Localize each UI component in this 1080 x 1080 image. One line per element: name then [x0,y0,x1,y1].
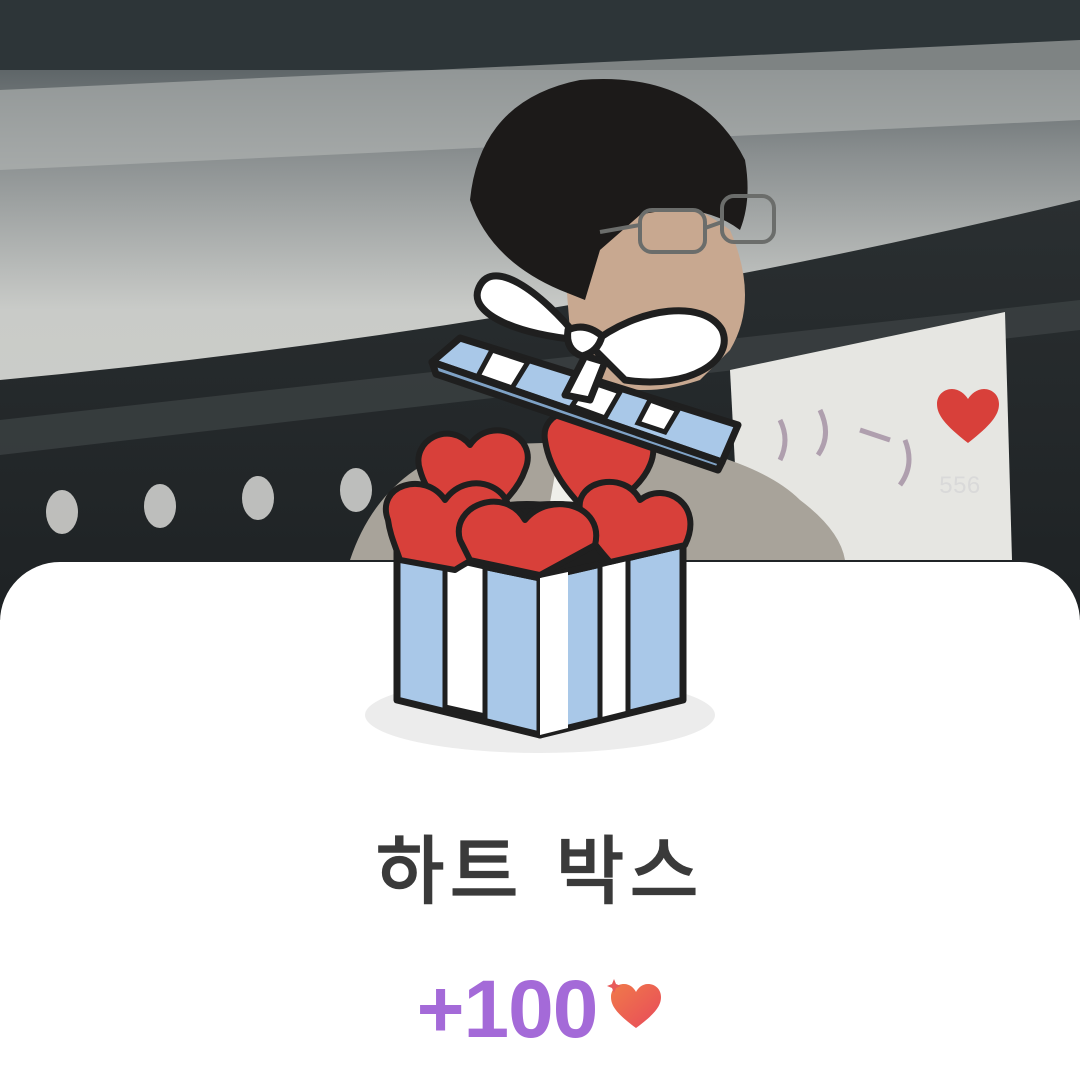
reward-title: 하트 박스 [375,829,705,915]
reward-amount: +100 [416,964,599,1055]
like-button[interactable] [930,382,1006,452]
reward-amount-row: +100 [0,960,1080,1060]
gift-box-icon [350,250,750,760]
like-count: 556 [939,472,981,499]
heart-icon [937,389,999,443]
heart-icon [607,979,662,1028]
